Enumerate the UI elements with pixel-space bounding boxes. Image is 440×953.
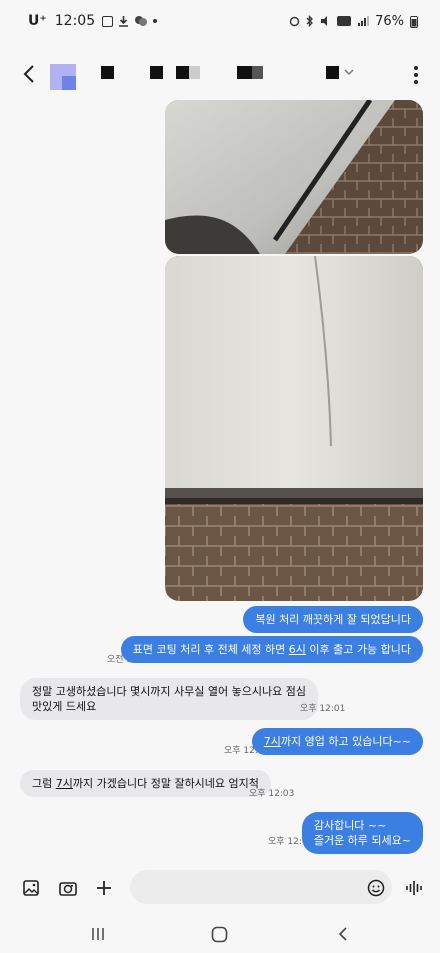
message-text: 그럼 bbox=[32, 777, 56, 790]
signal-icon bbox=[358, 16, 370, 26]
5g-icon bbox=[337, 16, 352, 26]
contact-number-redacted[interactable] bbox=[326, 66, 339, 79]
photo-attachment[interactable] bbox=[165, 100, 423, 254]
message-text: 정말 고생하셨습니다 몇시까지 사무실 열어 놓으시나요 점심 bbox=[32, 685, 306, 698]
time-link[interactable]: 6시 bbox=[289, 643, 306, 656]
message-input[interactable] bbox=[130, 870, 392, 904]
back-nav-icon[interactable] bbox=[336, 926, 350, 942]
incoming-message[interactable]: 정말 고생하셨습니다 몇시까지 사무실 열어 놓으시나요 점심 맛있게 드세요 bbox=[20, 678, 318, 720]
message-text: 즐거운 하루 되세요~ bbox=[313, 834, 411, 847]
message-text: 표면 코팅 처리 후 전체 세정 하면 bbox=[132, 643, 289, 656]
alarm-icon bbox=[289, 16, 300, 27]
mute-icon bbox=[321, 16, 328, 26]
outgoing-message[interactable]: 7시까지 영업 하고 있습니다~~ bbox=[251, 728, 423, 755]
system-indicators: 76% bbox=[289, 14, 418, 29]
carrier-label: U⁺ bbox=[28, 13, 47, 29]
contact-name-redacted[interactable] bbox=[176, 66, 189, 79]
camera-icon[interactable] bbox=[54, 874, 82, 902]
status-time: 12:05 bbox=[54, 13, 96, 29]
outgoing-message[interactable]: 복원 처리 깨끗하게 잘 되었답니다 bbox=[243, 606, 423, 633]
message-composer bbox=[0, 866, 440, 910]
chat-notification-icon bbox=[135, 16, 148, 26]
more-notifications-dot bbox=[153, 19, 158, 23]
chevron-down-icon[interactable] bbox=[343, 68, 355, 77]
home-icon[interactable] bbox=[211, 926, 228, 943]
car-photo-image bbox=[165, 100, 423, 254]
more-vertical-icon[interactable] bbox=[414, 66, 418, 84]
incoming-message[interactable]: 그럼 7시까지 가겠습니다 정말 잘하시네요 엄지척 bbox=[20, 770, 271, 797]
recent-apps-icon[interactable] bbox=[90, 926, 106, 942]
message-text: 감사합니다 ~~ bbox=[313, 819, 387, 832]
contact-name-redacted[interactable] bbox=[101, 66, 114, 79]
message-text: 맛있게 드세요 bbox=[32, 700, 97, 713]
voice-wave-icon[interactable] bbox=[400, 874, 428, 902]
message-text: 이후 출고 가능 합니다 bbox=[305, 643, 411, 656]
notification-icons bbox=[102, 15, 158, 27]
download-icon bbox=[119, 16, 129, 27]
plus-icon[interactable] bbox=[90, 874, 118, 902]
back-arrow-icon[interactable] bbox=[18, 60, 44, 88]
contact-name-redacted[interactable] bbox=[150, 66, 163, 79]
contact-name-redacted bbox=[237, 66, 252, 79]
outgoing-message[interactable]: 감사합니다 ~~ 즐거운 하루 되세요~ bbox=[301, 812, 423, 854]
outgoing-message[interactable]: 표면 코팅 처리 후 전체 세정 하면 6시 이후 출고 가능 합니다 bbox=[120, 636, 423, 663]
message-text: 까지 가겠습니다 정말 잘하시네요 엄지척 bbox=[72, 777, 259, 790]
message-text: 까지 영업 하고 있습니다~~ bbox=[280, 735, 411, 748]
bluetooth-icon bbox=[306, 15, 314, 27]
contact-name-redacted bbox=[189, 66, 200, 79]
time-link[interactable]: 7시 bbox=[56, 777, 73, 790]
system-navigation-bar bbox=[0, 915, 440, 953]
emoji-icon[interactable] bbox=[362, 874, 390, 902]
gallery-icon[interactable] bbox=[17, 874, 45, 902]
battery-level: 76% bbox=[375, 13, 404, 29]
time-link[interactable]: 7시 bbox=[264, 735, 281, 748]
photo-attachment[interactable] bbox=[165, 256, 423, 601]
gallery-notification-icon bbox=[102, 15, 114, 27]
message-timestamp: 오후 12:03 bbox=[249, 789, 295, 799]
message-timestamp: 오후 12:01 bbox=[300, 704, 346, 714]
battery-icon bbox=[410, 15, 418, 28]
car-photo-image bbox=[165, 256, 423, 601]
contact-name-redacted bbox=[252, 66, 263, 79]
contact-avatar[interactable] bbox=[50, 64, 76, 90]
status-bar: U⁺ 12:05 76% bbox=[0, 0, 440, 42]
